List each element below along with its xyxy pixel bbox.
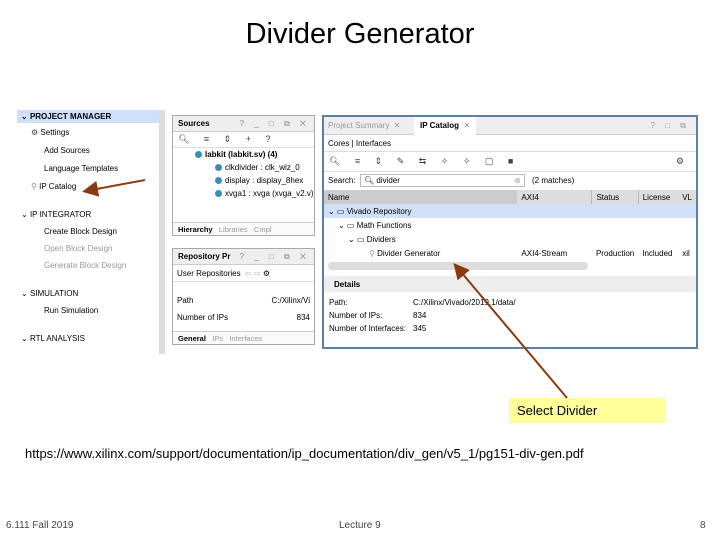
arrow-to-ip-catalog xyxy=(82,179,146,197)
footer-course: 6.111 Fall 2019 xyxy=(6,520,74,531)
page-number: 8 xyxy=(700,520,706,531)
reference-link[interactable]: https://www.xilinx.com/support/documenta… xyxy=(25,445,605,462)
footer-lecture: Lecture 9 xyxy=(339,520,381,531)
arrow-to-divider-generator xyxy=(453,262,568,399)
